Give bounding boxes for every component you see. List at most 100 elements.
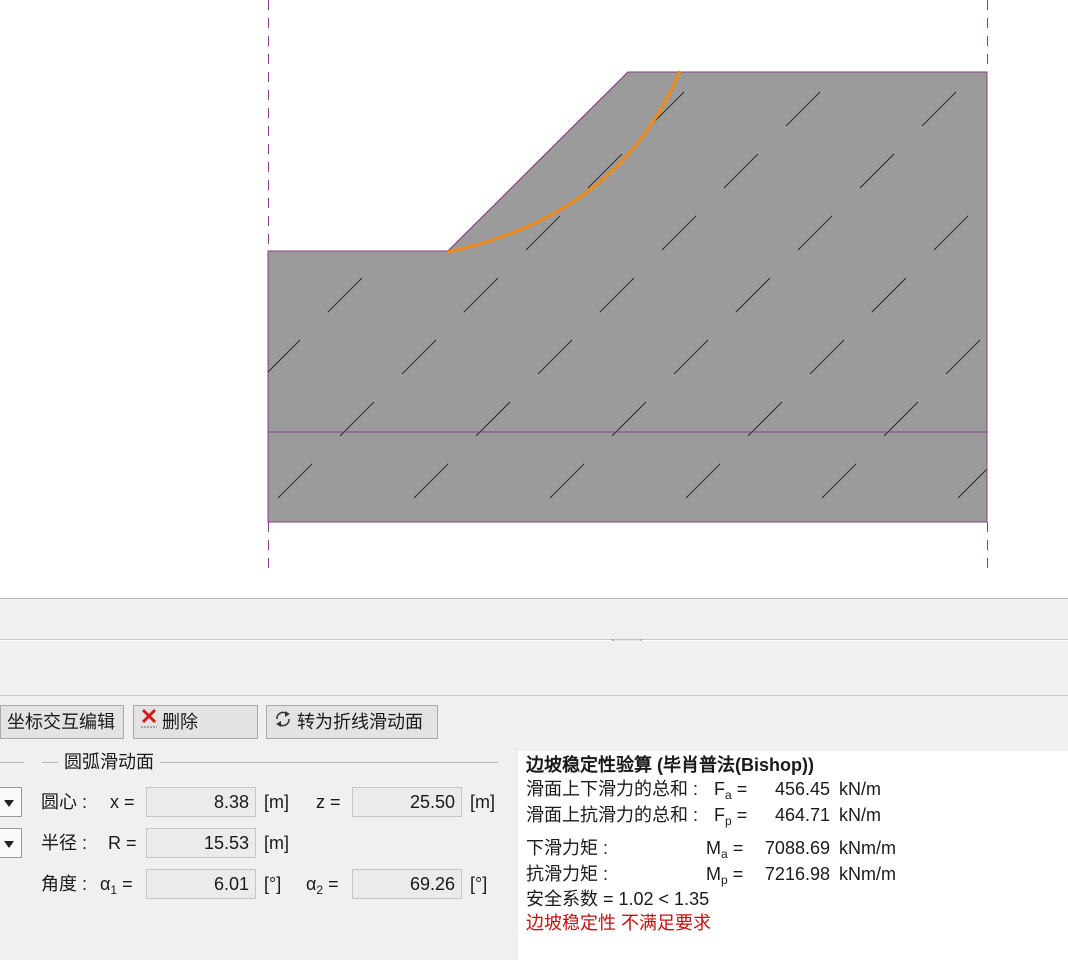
stability-verdict: 边坡稳定性 不满足要求: [526, 913, 711, 933]
group-title: 圆弧滑动面: [64, 752, 154, 772]
soil-body: [267, 71, 988, 523]
mp-label: 抗滑力矩 :: [526, 864, 609, 884]
hatch-dash: [488, 526, 522, 560]
radius-field[interactable]: 15.53: [146, 828, 256, 858]
hatch-dash: [996, 154, 1030, 188]
hatch-dash: [389, 215, 425, 251]
hatch-dash: [0, 92, 4, 126]
hatch-dash: [451, 153, 487, 189]
hatch-dash: [366, 0, 400, 2]
hatch-dash: [848, 30, 882, 64]
hatch-dash: [192, 278, 226, 312]
hatch-dash: [638, 0, 672, 2]
radius-label: 半径 :: [41, 833, 88, 853]
group-line-left: [0, 762, 24, 763]
ma-unit: kNm/m: [839, 838, 896, 858]
radius-unit: [m]: [264, 833, 289, 853]
ma-value: 7088.69: [764, 838, 830, 858]
hatch-dash: [352, 526, 386, 560]
hatch-dash: [377, 91, 413, 127]
hatch-dash: [0, 216, 16, 250]
hatch-dash: [32, 30, 66, 64]
hatch-dash: [68, 402, 102, 436]
coordinate-edit-label: 坐标交互编辑: [7, 712, 115, 732]
hatch-dash: [6, 464, 40, 498]
hatch-dash: [304, 30, 338, 64]
hatch-dash: [760, 526, 794, 560]
fp-value: 464.71: [774, 805, 830, 825]
center-x-label: x =: [110, 792, 135, 812]
center-x-unit: [m]: [264, 792, 289, 812]
splitter-bar[interactable]: [0, 598, 1068, 640]
hatch-dash: [1058, 92, 1068, 126]
hatch-dash: [118, 216, 152, 250]
mp-symbol: Mp =: [706, 864, 744, 887]
hatch-dash: [1046, 0, 1068, 2]
group-line-pre: [42, 762, 58, 763]
hatch-dash: [984, 30, 1018, 64]
hatch-dash: [502, 0, 536, 2]
radius-r-label: R =: [108, 833, 137, 853]
center-dropdown[interactable]: [0, 787, 22, 817]
hatch-dash: [1020, 402, 1054, 436]
alpha2-field: 69.26: [352, 869, 462, 899]
center-z-unit: [m]: [470, 792, 495, 812]
hatch-dash: [94, 0, 128, 2]
coordinate-edit-button[interactable]: 坐标交互编辑: [0, 705, 124, 739]
hatch-dash: [230, 0, 264, 2]
fp-symbol: Fp =: [714, 805, 748, 828]
alpha1-label: α1 =: [100, 874, 133, 897]
hatch-dash: [712, 30, 746, 64]
hatch-dash: [624, 526, 658, 560]
center-z-label: z =: [316, 792, 341, 812]
alpha2-label: α2 =: [306, 874, 339, 897]
fa-label: 滑面上下滑力的总和 :: [526, 779, 699, 799]
slope-drawing: [0, 0, 1068, 568]
hatch-dash: [440, 30, 474, 64]
hatch-dash: [1008, 278, 1042, 312]
hatch-dash: [576, 30, 610, 64]
mp-value: 7216.98: [764, 864, 830, 884]
center-x-field[interactable]: 8.38: [146, 787, 256, 817]
fa-value: 456.45: [774, 779, 830, 799]
hatch-dash: [774, 0, 808, 2]
hatch-dash: [216, 526, 250, 560]
delete-label: 删除: [162, 712, 198, 732]
fp-label: 滑面上抗滑力的总和 :: [526, 805, 699, 825]
hatch-dash: [44, 154, 78, 188]
slope-canvas[interactable]: [0, 0, 1068, 598]
input-panel: 坐标交互编辑 删除 转为折线滑动面 圆弧滑动面 圆心 : x = 8.38 [m…: [0, 641, 1068, 960]
center-z-field[interactable]: 25.50: [352, 787, 462, 817]
convert-polyline-button[interactable]: 转为折线滑动面: [266, 705, 438, 739]
alpha1-field: 6.01: [146, 869, 256, 899]
hatch-dash: [180, 154, 214, 188]
hatch-dash: [56, 278, 90, 312]
delete-button[interactable]: 删除: [133, 705, 258, 739]
radius-dropdown[interactable]: [0, 828, 22, 858]
alpha2-unit: [°]: [470, 874, 488, 894]
hatch-dash: [315, 153, 351, 189]
hatch-dash: [168, 30, 202, 64]
results-panel: 边坡稳定性验算 (毕肖普法(Bishop)) 滑面上下滑力的总和 : Fa = …: [518, 751, 1068, 960]
hatch-dash: [268, 215, 289, 251]
convert-label: 转为折线滑动面: [297, 712, 423, 732]
panel-divider: [0, 695, 1068, 696]
hatch-dash: [1032, 526, 1066, 560]
hatch-dash: [80, 526, 114, 560]
hatch-dash: [513, 91, 549, 127]
safety-factor-line: 安全系数 = 1.02 < 1.35: [526, 889, 710, 909]
fp-unit: kN/m: [839, 805, 881, 825]
angle-label: 角度 :: [41, 874, 88, 894]
results-title: 边坡稳定性验算 (毕肖普法(Bishop)): [526, 755, 814, 775]
alpha1-unit: [°]: [264, 874, 282, 894]
hatch-dash: [204, 402, 238, 436]
delete-icon: [140, 707, 158, 739]
group-line-right: [160, 762, 498, 763]
hatch-dash: [130, 340, 164, 374]
hatch-dash: [0, 340, 28, 374]
center-label: 圆心 :: [41, 792, 88, 812]
hatch-dash: [910, 0, 944, 2]
hatch-dash: [106, 92, 140, 126]
fa-unit: kN/m: [839, 779, 881, 799]
convert-refresh-icon: [273, 707, 293, 739]
